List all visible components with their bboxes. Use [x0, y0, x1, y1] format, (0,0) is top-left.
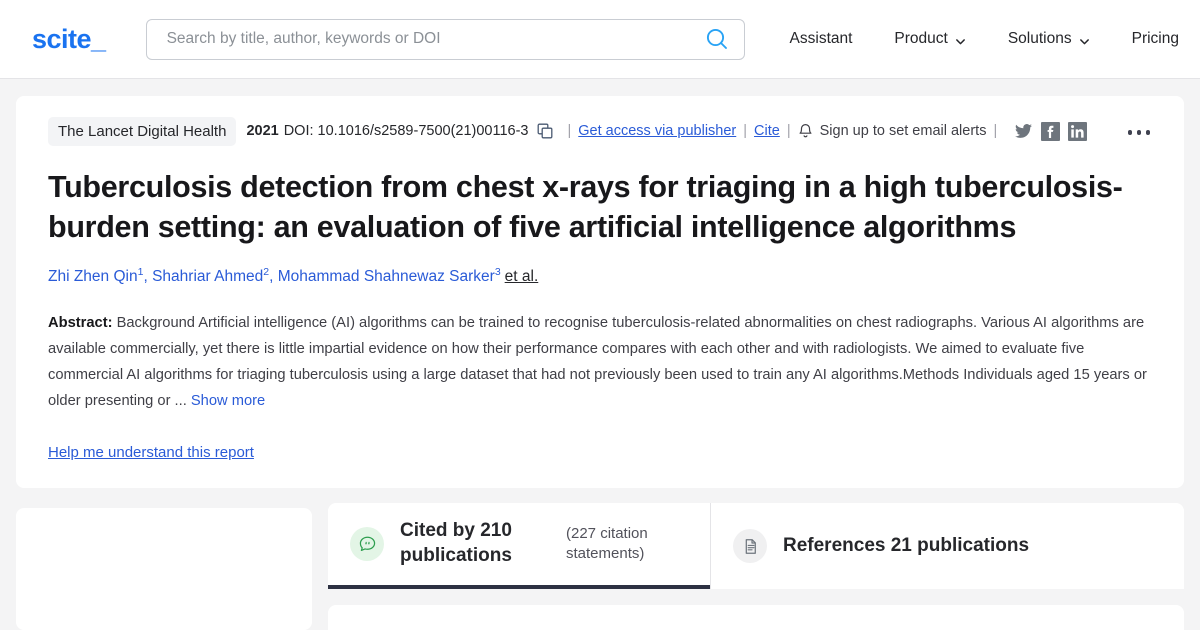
separator: |: [743, 123, 748, 139]
tab-cited-by-label: Cited by 210 publications: [400, 520, 512, 566]
author-separator: ,: [143, 268, 153, 286]
facebook-icon[interactable]: [1041, 121, 1061, 141]
abstract-section: Abstract: Background Artificial intellig…: [48, 310, 1152, 415]
linkedin-icon[interactable]: [1068, 121, 1088, 141]
nav-label: Pricing: [1131, 30, 1179, 47]
help-understand-report-link[interactable]: Help me understand this report: [48, 444, 254, 461]
publication-tabs: Cited by 210 publications (227 citation …: [328, 503, 1184, 589]
bell-icon: [798, 123, 813, 140]
nav-label: Product: [894, 30, 948, 47]
publication-year: 2021: [246, 123, 279, 139]
tab-references-label: References 21 publications: [783, 534, 1030, 556]
nav-item-product[interactable]: Product: [873, 30, 986, 48]
chevron-down-icon: [955, 34, 966, 45]
tab-references[interactable]: References 21 publications: [710, 503, 1055, 589]
nav-label: Assistant: [789, 30, 853, 47]
author-affiliation-sup: 3: [494, 265, 501, 278]
author-name: Zhi Zhen Qin: [48, 268, 138, 286]
site-header: scite_ Assistant Product Solutions Pr: [0, 0, 1200, 79]
separator: |: [993, 123, 998, 139]
author-link[interactable]: Shahriar Ahmed2: [152, 266, 269, 286]
search-bar[interactable]: [145, 18, 745, 60]
copy-icon[interactable]: [529, 123, 561, 139]
get-access-link[interactable]: Get access via publisher: [578, 123, 736, 139]
author-link[interactable]: Zhi Zhen Qin1: [48, 266, 143, 286]
show-more-link[interactable]: Show more: [191, 393, 265, 409]
author-name: Shahriar Ahmed: [152, 268, 264, 286]
search-icon[interactable]: [704, 26, 730, 52]
authors-list: Zhi Zhen Qin1, Shahriar Ahmed2, Mohammad…: [48, 265, 1152, 288]
nav-item-pricing[interactable]: Pricing: [1111, 30, 1200, 48]
journal-badge[interactable]: The Lancet Digital Health: [48, 116, 237, 146]
nav-label: Solutions: [1007, 30, 1072, 47]
doi-text: DOI: 10.1016/s2589-7500(21)00116-3: [283, 123, 529, 139]
social-share-group: [1014, 121, 1088, 141]
document-icon: [733, 529, 767, 563]
chevron-down-icon: [1079, 34, 1090, 45]
citation-statements-count: (227 citation statements): [566, 524, 648, 562]
et-al-link[interactable]: et al.: [505, 268, 539, 285]
nav-item-solutions[interactable]: Solutions: [987, 30, 1111, 48]
page-title: Tuberculosis detection from chest x-rays…: [48, 170, 1123, 244]
twitter-icon[interactable]: [1014, 122, 1033, 141]
tab-cited-by[interactable]: Cited by 210 publications (227 citation …: [328, 503, 710, 589]
scite-logo[interactable]: scite_: [32, 24, 106, 55]
main-navigation: Assistant Product Solutions Pricing: [769, 30, 1200, 48]
author-separator: ,: [269, 268, 278, 286]
separator: |: [567, 123, 572, 139]
cite-link[interactable]: Cite: [754, 123, 780, 139]
more-options-icon[interactable]: [1122, 124, 1157, 141]
abstract-label: Abstract:: [48, 314, 113, 331]
content-panel-below: [328, 605, 1184, 630]
search-input[interactable]: [164, 29, 704, 49]
separator: |: [786, 123, 791, 139]
paper-card: The Lancet Digital Health 2021 DOI: 10.1…: [16, 96, 1184, 489]
citation-bubble-icon: [350, 527, 384, 561]
sidebar-panel: [16, 508, 312, 630]
nav-item-assistant[interactable]: Assistant: [769, 30, 874, 48]
email-alerts-label[interactable]: Sign up to set email alerts: [820, 123, 987, 139]
author-link[interactable]: Mohammad Shahnewaz Sarker3: [277, 265, 501, 286]
paper-metadata-row: The Lancet Digital Health 2021 DOI: 10.1…: [48, 116, 1152, 146]
author-name: Mohammad Shahnewaz Sarker: [277, 268, 495, 286]
